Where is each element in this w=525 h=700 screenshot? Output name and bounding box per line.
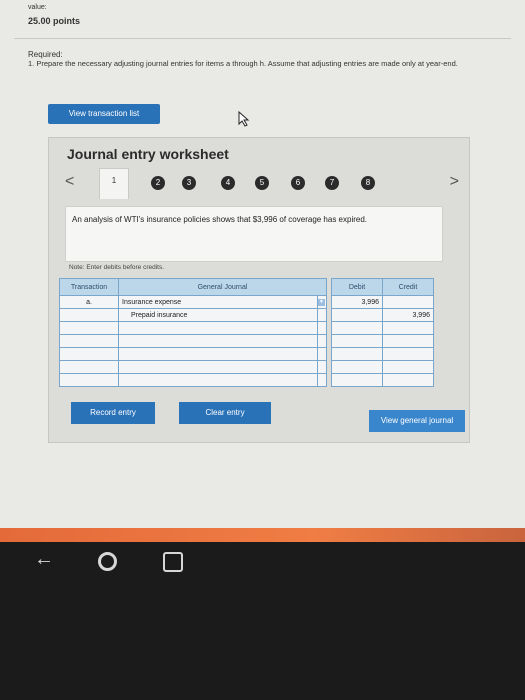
col-transaction: Transaction [59, 278, 119, 296]
tab-1[interactable]: 1 [99, 168, 129, 199]
debit-field[interactable] [331, 321, 383, 335]
table-row [59, 373, 434, 387]
step-4[interactable]: 4 [221, 176, 235, 190]
view-transaction-list-button[interactable]: View transaction list [48, 104, 160, 124]
table-row: a. Insurance expense ▼ 3,996 [59, 295, 434, 309]
taskbar [0, 528, 525, 542]
account-dropdown[interactable] [317, 347, 327, 361]
note-text: Note: Enter debits before credits. [69, 264, 165, 271]
worksheet-title: Journal entry worksheet [67, 146, 229, 162]
journal-table: Transaction General Journal Debit Credit… [59, 278, 434, 387]
recent-apps-icon[interactable] [163, 552, 183, 572]
clear-entry-button[interactable]: Clear entry [179, 402, 271, 424]
credit-field[interactable] [382, 295, 434, 309]
transaction-cell [59, 373, 119, 387]
table-row [59, 321, 434, 335]
view-general-journal-button[interactable]: View general journal [369, 410, 465, 432]
account-field[interactable]: Insurance expense [118, 295, 318, 309]
col-debit: Debit [331, 278, 383, 296]
next-arrow-icon[interactable]: > [450, 173, 459, 191]
points-value: 25.00 points [28, 16, 81, 26]
account-field[interactable] [118, 334, 318, 348]
mouse-cursor-icon [238, 111, 250, 127]
record-entry-button[interactable]: Record entry [71, 402, 155, 424]
credit-field[interactable] [382, 360, 434, 374]
col-general-journal: General Journal [118, 278, 327, 296]
table-row [59, 347, 434, 361]
home-icon[interactable] [98, 552, 117, 571]
credit-field[interactable] [382, 347, 434, 361]
account-dropdown[interactable] [317, 321, 327, 335]
debit-field[interactable] [331, 308, 383, 322]
journal-entry-worksheet: Journal entry worksheet < > 1 2 3 4 5 6 … [48, 137, 470, 443]
instructions-text: 1. Prepare the necessary adjusting journ… [28, 59, 458, 68]
account-dropdown[interactable] [317, 334, 327, 348]
transaction-cell: a. [59, 295, 119, 309]
transaction-cell [59, 308, 119, 322]
transaction-cell [59, 360, 119, 374]
account-dropdown[interactable] [317, 360, 327, 374]
table-row [59, 360, 434, 374]
browser-screen: value: 25.00 points Required: 1. Prepare… [0, 0, 525, 530]
transaction-cell [59, 334, 119, 348]
debit-field[interactable] [331, 373, 383, 387]
table-row [59, 334, 434, 348]
debit-field[interactable] [331, 360, 383, 374]
account-dropdown[interactable]: ▼ [317, 295, 327, 309]
account-dropdown[interactable] [317, 308, 327, 322]
divider [14, 38, 511, 39]
step-5[interactable]: 5 [255, 176, 269, 190]
chevron-down-icon: ▼ [318, 298, 325, 306]
account-field[interactable] [118, 360, 318, 374]
account-field[interactable] [118, 373, 318, 387]
account-dropdown[interactable] [317, 373, 327, 387]
credit-field[interactable] [382, 321, 434, 335]
debit-field[interactable]: 3,996 [331, 295, 383, 309]
col-credit: Credit [382, 278, 434, 296]
account-field[interactable] [118, 321, 318, 335]
debit-field[interactable] [331, 347, 383, 361]
debit-field[interactable] [331, 334, 383, 348]
value-label: value: [28, 4, 47, 11]
description-box: An analysis of WTI's insurance policies … [65, 206, 443, 262]
step-7[interactable]: 7 [325, 176, 339, 190]
description-text: An analysis of WTI's insurance policies … [72, 215, 368, 224]
credit-field[interactable]: 3,996 [382, 308, 434, 322]
step-6[interactable]: 6 [291, 176, 305, 190]
step-8[interactable]: 8 [361, 176, 375, 190]
transaction-cell [59, 321, 119, 335]
account-field[interactable] [118, 347, 318, 361]
required-heading: Required: [28, 50, 63, 59]
account-field[interactable]: Prepaid insurance [118, 308, 318, 322]
table-row: Prepaid insurance 3,996 [59, 308, 434, 322]
step-2[interactable]: 2 [151, 176, 165, 190]
step-3[interactable]: 3 [182, 176, 196, 190]
credit-field[interactable] [382, 334, 434, 348]
android-nav-bar: ← [0, 548, 525, 578]
prev-arrow-icon[interactable]: < [65, 173, 74, 191]
credit-field[interactable] [382, 373, 434, 387]
back-icon[interactable]: ← [34, 548, 54, 571]
value-block: value: 25.00 points [28, 4, 80, 29]
transaction-cell [59, 347, 119, 361]
